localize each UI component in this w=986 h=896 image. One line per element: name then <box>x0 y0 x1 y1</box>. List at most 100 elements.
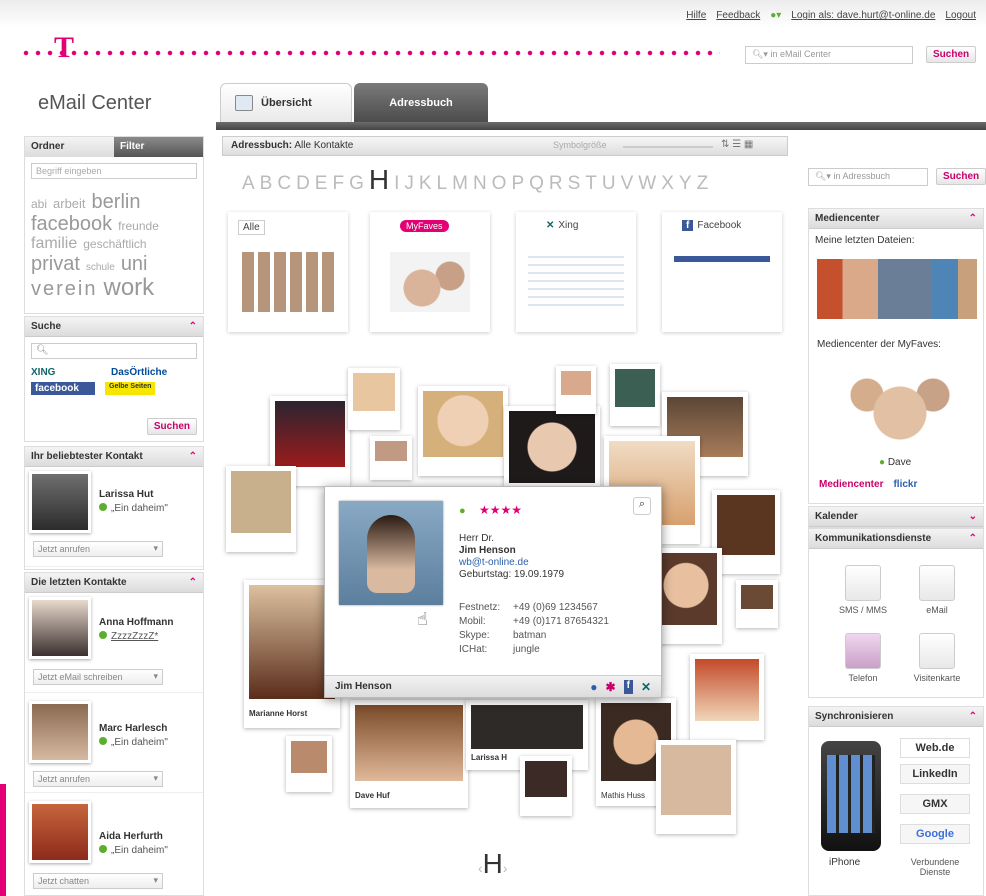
search-icon: 🔍︎▾ <box>752 49 771 59</box>
addressbook-search-button[interactable]: Suchen <box>936 168 986 185</box>
tag[interactable]: berlin <box>92 191 141 213</box>
contact-card[interactable] <box>286 736 332 792</box>
global-search-button[interactable]: Suchen <box>926 46 977 63</box>
tag[interactable]: abi <box>31 197 47 211</box>
action-dropdown[interactable]: Jetzt chatten <box>33 873 163 889</box>
sms-icon[interactable] <box>845 565 881 601</box>
source-xing[interactable]: XING <box>31 367 101 378</box>
linkedin-logo[interactable]: LinkedIn <box>900 764 970 784</box>
action-dropdown[interactable]: Jetzt eMail schreiben <box>33 669 163 685</box>
addressbook-search-input[interactable]: 🔍︎▾ in Adressbuch <box>808 168 928 186</box>
flickr-link[interactable]: flickr <box>893 479 917 490</box>
phone-row[interactable]: ICHat: jungle <box>459 643 609 657</box>
view-toggle-icons[interactable]: ⇅ ☰ ▦ <box>721 139 753 150</box>
expand-icon[interactable]: ⌄ <box>969 511 977 522</box>
collapse-icon[interactable]: ⌃ <box>969 533 977 544</box>
tab-filter[interactable]: Filter <box>114 137 203 157</box>
contact-card[interactable] <box>520 756 572 816</box>
tag[interactable]: arbeit <box>53 196 86 211</box>
global-search-input[interactable]: 🔍︎▾ in eMail Center <box>745 46 913 64</box>
telekom-logo[interactable]: T <box>54 33 76 64</box>
collapse-icon[interactable]: ⌃ <box>189 321 197 332</box>
xing-icon[interactable]: ✕ <box>641 680 651 694</box>
action-dropdown[interactable]: Jetzt anrufen <box>33 541 163 557</box>
search-submit-button[interactable]: Suchen <box>146 418 197 435</box>
tag[interactable]: work <box>103 274 154 301</box>
tag[interactable]: familie <box>31 235 77 253</box>
google-logo[interactable]: Google <box>900 824 970 844</box>
contact-card[interactable] <box>690 654 764 740</box>
contact-card[interactable] <box>418 386 508 476</box>
contact-card[interactable] <box>736 580 778 628</box>
calendar-panel[interactable]: Kalender ⌄ <box>808 506 984 528</box>
tag[interactable]: uni <box>121 253 148 275</box>
tab-ordner[interactable]: Ordner <box>25 137 114 157</box>
tag[interactable]: geschäftlich <box>83 237 146 251</box>
tab-adressbuch[interactable]: Adressbuch <box>354 83 488 123</box>
tag[interactable]: facebook <box>31 213 112 235</box>
category-facebook[interactable]: f Facebook <box>662 212 782 332</box>
flag-icon[interactable]: ✱ <box>606 680 616 694</box>
tag[interactable]: privat <box>31 253 80 275</box>
recent-panel: Die letzten Kontakte ⌃ Anna Hoffmann Zzzz… <box>24 572 204 896</box>
source-gelbeseiten[interactable]: Gelbe Seiten <box>105 382 156 395</box>
size-slider[interactable] <box>623 146 713 148</box>
contact-card[interactable] <box>610 364 660 426</box>
contact-card[interactable] <box>226 466 296 552</box>
recent-contact[interactable]: Anna Hoffmann ZzzzZzzZ* Jetzt eMail schr… <box>25 593 203 693</box>
phone-row[interactable]: Mobil: +49 (0)171 87654321 <box>459 615 609 629</box>
phone-row[interactable]: Skype: batman <box>459 629 609 643</box>
globe-icon[interactable]: ● <box>590 680 597 694</box>
collapse-icon[interactable]: ⌃ <box>969 711 977 722</box>
contact-card[interactable] <box>556 366 596 414</box>
contact-card[interactable] <box>370 436 412 480</box>
letter-pager[interactable]: ‹H› <box>478 848 508 880</box>
myfaves-media-stack[interactable] <box>845 359 955 449</box>
source-dasoertliche[interactable]: DasÖrtliche <box>111 367 167 378</box>
alphabet-active-letter[interactable]: H <box>369 164 394 195</box>
category-alle[interactable]: Alle <box>228 212 348 332</box>
rating-stars[interactable]: ★★★★ <box>479 503 522 517</box>
login-info[interactable]: Login als: dave.hurt@t-online.de <box>791 10 935 21</box>
recent-files-strip[interactable] <box>817 259 977 319</box>
contact-card[interactable] <box>656 740 736 834</box>
alphabet-bar[interactable]: ABCDEFGHIJKLMNOPQRSTUVWXYZ <box>242 164 713 196</box>
phone-icon[interactable] <box>845 633 881 669</box>
iphone-image[interactable] <box>821 741 881 851</box>
facebook-icon[interactable]: f <box>623 680 633 694</box>
source-facebook[interactable]: facebook <box>31 382 95 395</box>
webde-logo[interactable]: Web.de <box>900 738 970 758</box>
feedback-link[interactable]: Feedback <box>716 10 760 21</box>
category-myfaves[interactable]: MyFaves <box>370 212 490 332</box>
contact-email[interactable]: wb@t-online.de <box>459 557 529 568</box>
contact-card-name: Marianne Horst <box>249 709 308 718</box>
email-icon[interactable] <box>919 565 955 601</box>
action-dropdown[interactable]: Jetzt anrufen <box>33 771 163 787</box>
search-input[interactable]: 🔍︎ <box>31 343 197 359</box>
folder-panel: Ordner Filter Begriff eingeben abi arbeit… <box>24 136 204 314</box>
collapse-icon[interactable]: ⌃ <box>969 213 977 224</box>
tag-input[interactable]: Begriff eingeben <box>31 163 197 179</box>
tag[interactable]: verein <box>31 278 97 300</box>
collapse-icon[interactable]: ⌃ <box>189 451 197 462</box>
favorite-contact[interactable]: Larissa Hut „Ein daheim" Jetzt anrufen <box>25 467 203 567</box>
recent-contact[interactable]: Marc Harlesch „Ein daheim" Jetzt anrufen <box>25 693 203 793</box>
help-link[interactable]: Hilfe <box>686 10 706 21</box>
tab-uebersicht[interactable]: Übersicht <box>220 83 352 123</box>
contact-card[interactable]: Dave Huf <box>350 700 468 808</box>
zoom-icon[interactable]: ⌕ <box>633 497 651 515</box>
contact-card[interactable] <box>712 490 780 574</box>
next-letter-icon[interactable]: › <box>503 860 508 876</box>
logout-link[interactable]: Logout <box>945 10 976 21</box>
vcard-icon[interactable] <box>919 633 955 669</box>
contact-card[interactable] <box>348 368 400 430</box>
mediencenter-link[interactable]: Mediencenter <box>819 479 883 490</box>
tag[interactable]: schule <box>86 262 115 273</box>
collapse-icon[interactable]: ⌃ <box>189 577 197 588</box>
recent-contact[interactable]: Aida Herfurth „Ein daheim" Jetzt chatten <box>25 793 203 893</box>
tag[interactable]: freunde <box>118 219 159 233</box>
phone-row[interactable]: Festnetz: +49 (0)69 1234567 <box>459 601 609 615</box>
user-icon[interactable]: ●▾ <box>770 10 781 21</box>
category-xing[interactable]: ✕ Xing <box>516 212 636 332</box>
gmx-logo[interactable]: GMX <box>900 794 970 814</box>
